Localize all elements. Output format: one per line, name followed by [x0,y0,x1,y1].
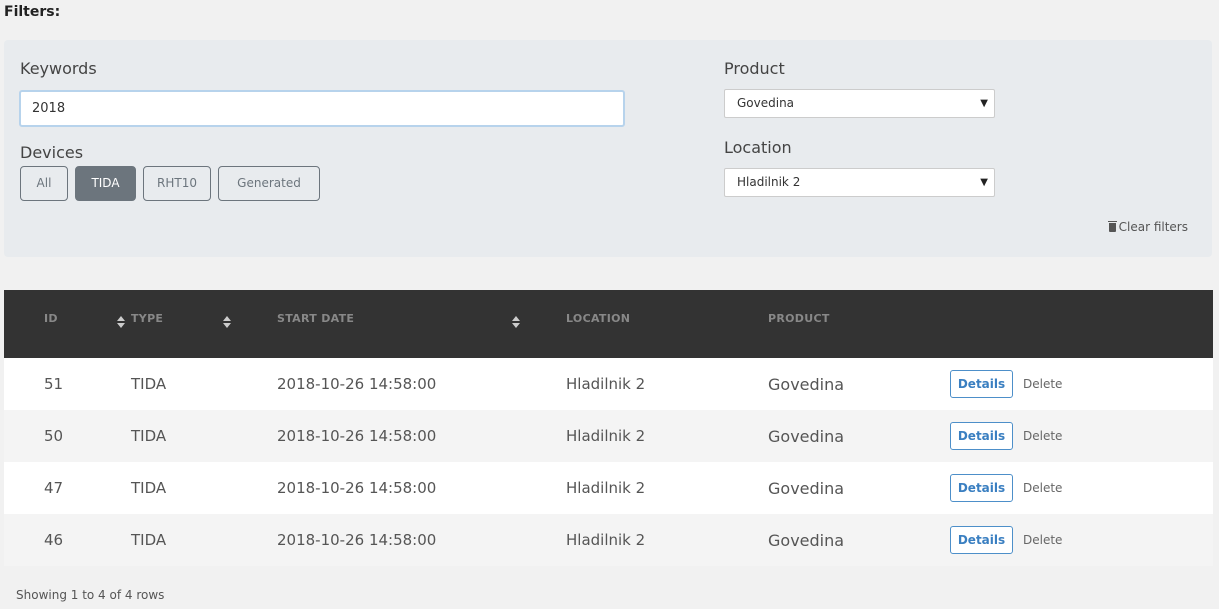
details-button[interactable]: Details [950,422,1013,450]
cell-product: Govedina [768,478,845,498]
cell-actions: Details Delete [948,410,1213,462]
cell-actions: Details Delete [948,462,1213,514]
details-button[interactable]: Details [950,474,1013,502]
cell-id: 46 [44,531,64,549]
clear-filters-label: Clear filters [1118,220,1188,234]
product-select-value: Govedina [737,96,795,110]
sort-icon[interactable] [223,315,231,331]
device-all-button[interactable]: All [20,166,68,201]
cell-location: Hladilnik 2 [566,479,646,497]
table-row: 46 TIDA 2018-10-26 14:58:00 Hladilnik 2 … [4,514,1213,566]
column-header-location-label: LOCATION [566,312,631,325]
cell-id: 50 [44,427,64,445]
table-row: 51 TIDA 2018-10-26 14:58:00 Hladilnik 2 … [4,358,1213,410]
data-table: ID TYPE START DATE LOCATION PRODUCT 51 T… [4,290,1213,566]
caret-down-icon: ▼ [980,98,988,109]
column-header-start-date-label: START DATE [277,312,355,325]
delete-link[interactable]: Delete [1023,533,1062,547]
product-label: Product [724,59,785,78]
cell-start-date: 2018-10-26 14:58:00 [277,479,437,497]
device-generated-button[interactable]: Generated [218,166,320,201]
keywords-input[interactable] [19,90,625,127]
location-label: Location [724,138,792,157]
cell-type: TIDA [131,531,167,549]
delete-link[interactable]: Delete [1023,429,1062,443]
cell-type: TIDA [131,479,167,497]
device-tida-button[interactable]: TIDA [75,166,136,201]
cell-location: Hladilnik 2 [566,375,646,393]
column-header-product-label: PRODUCT [768,312,830,325]
device-rht10-button[interactable]: RHT10 [143,166,211,201]
details-button[interactable]: Details [950,370,1013,398]
keywords-label: Keywords [20,59,97,78]
cell-location: Hladilnik 2 [566,531,646,549]
cell-type: TIDA [131,427,167,445]
cell-type: TIDA [131,375,167,393]
cell-product: Govedina [768,530,845,550]
column-header-id-label: ID [44,312,58,325]
filters-heading: Filters: [4,4,61,20]
column-header-actions [948,290,1213,358]
sort-icon[interactable] [117,315,125,331]
product-select[interactable]: Govedina ▼ [724,89,995,118]
table-row: 47 TIDA 2018-10-26 14:58:00 Hladilnik 2 … [4,462,1213,514]
cell-product: Govedina [768,426,845,446]
details-button[interactable]: Details [950,526,1013,554]
filter-panel: Keywords Devices All TIDA RHT10 Generate… [4,40,1212,257]
column-header-type-label: TYPE [131,312,164,325]
column-header-location: LOCATION [566,290,768,358]
column-header-id[interactable]: ID [4,290,131,358]
table-header-row: ID TYPE START DATE LOCATION PRODUCT [4,290,1213,358]
cell-start-date: 2018-10-26 14:58:00 [277,531,437,549]
devices-label: Devices [20,143,84,162]
column-header-start-date[interactable]: START DATE [277,290,566,358]
cell-start-date: 2018-10-26 14:58:00 [277,375,437,393]
trash-icon [1107,221,1117,232]
table-row: 50 TIDA 2018-10-26 14:58:00 Hladilnik 2 … [4,410,1213,462]
location-select-value: Hladilnik 2 [737,175,801,189]
column-header-type[interactable]: TYPE [131,290,277,358]
column-header-product: PRODUCT [768,290,948,358]
cell-location: Hladilnik 2 [566,427,646,445]
cell-actions: Details Delete [948,358,1213,410]
cell-actions: Details Delete [948,514,1213,566]
caret-down-icon: ▼ [980,177,988,188]
cell-id: 51 [44,375,64,393]
cell-start-date: 2018-10-26 14:58:00 [277,427,437,445]
delete-link[interactable]: Delete [1023,481,1062,495]
clear-filters-link[interactable]: Clear filters [1107,220,1188,234]
location-select[interactable]: Hladilnik 2 ▼ [724,168,995,197]
cell-product: Govedina [768,374,845,394]
pagination-info: Showing 1 to 4 of 4 rows [16,588,165,602]
sort-icon[interactable] [512,315,520,331]
delete-link[interactable]: Delete [1023,377,1062,391]
cell-id: 47 [44,479,64,497]
